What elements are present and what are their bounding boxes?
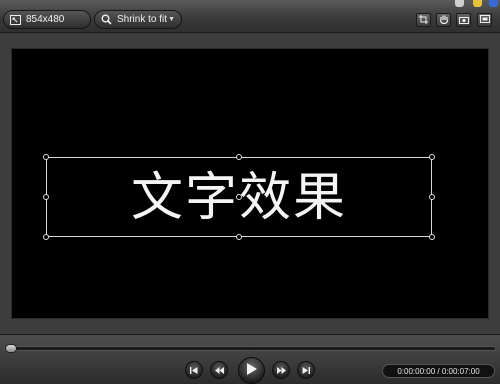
play-icon <box>246 362 257 380</box>
timeline-scrubber[interactable] <box>4 346 496 351</box>
crop-button[interactable] <box>416 13 431 27</box>
resize-handle-top-left[interactable] <box>43 154 49 160</box>
crop-icon <box>419 11 428 29</box>
fast-forward-icon <box>276 361 286 379</box>
fast-forward-button[interactable] <box>272 361 290 379</box>
rewind-button[interactable] <box>210 361 228 379</box>
hand-pan-icon <box>439 11 449 29</box>
light-bulb-icon <box>473 0 482 7</box>
resize-handle-bottom-right[interactable] <box>429 234 435 240</box>
dimensions-label: 854x480 <box>26 14 65 25</box>
preview-toolbar: 854x480 Shrink to fit ▼ <box>0 0 500 33</box>
dimensions-button[interactable]: 854x480 <box>3 10 91 29</box>
resize-handle-right[interactable] <box>429 194 435 200</box>
zoom-label: Shrink to fit <box>117 14 168 25</box>
resize-handle-bottom[interactable] <box>236 234 242 240</box>
magnifier-icon <box>101 14 112 25</box>
fullscreen-button[interactable] <box>477 13 492 27</box>
resize-handle-top[interactable] <box>236 154 242 160</box>
skip-to-end-button[interactable] <box>297 361 315 379</box>
playhead-thumb[interactable] <box>5 344 17 353</box>
timecode-display: 0:00:00:00 / 0:00:07:00 <box>382 364 495 378</box>
snapshot-button[interactable] <box>456 13 471 27</box>
zoom-dropdown[interactable]: Shrink to fit ▼ <box>94 10 182 29</box>
chevron-down-icon: ▼ <box>168 16 175 23</box>
resize-handle-bottom-left[interactable] <box>43 234 49 240</box>
rotate-handle[interactable] <box>236 194 242 200</box>
pan-button[interactable] <box>436 13 451 27</box>
resize-handle-left[interactable] <box>43 194 49 200</box>
notification-icon <box>455 0 464 7</box>
fullscreen-icon <box>479 11 490 29</box>
screenshot-icon <box>458 11 469 29</box>
skip-to-start-icon <box>190 361 198 379</box>
resize-icon <box>10 14 21 25</box>
skip-to-start-button[interactable] <box>185 361 203 379</box>
rewind-icon <box>214 361 224 379</box>
help-icon <box>489 0 498 7</box>
resize-handle-top-right[interactable] <box>429 154 435 160</box>
skip-to-end-icon <box>302 361 310 379</box>
play-button[interactable] <box>238 357 265 384</box>
